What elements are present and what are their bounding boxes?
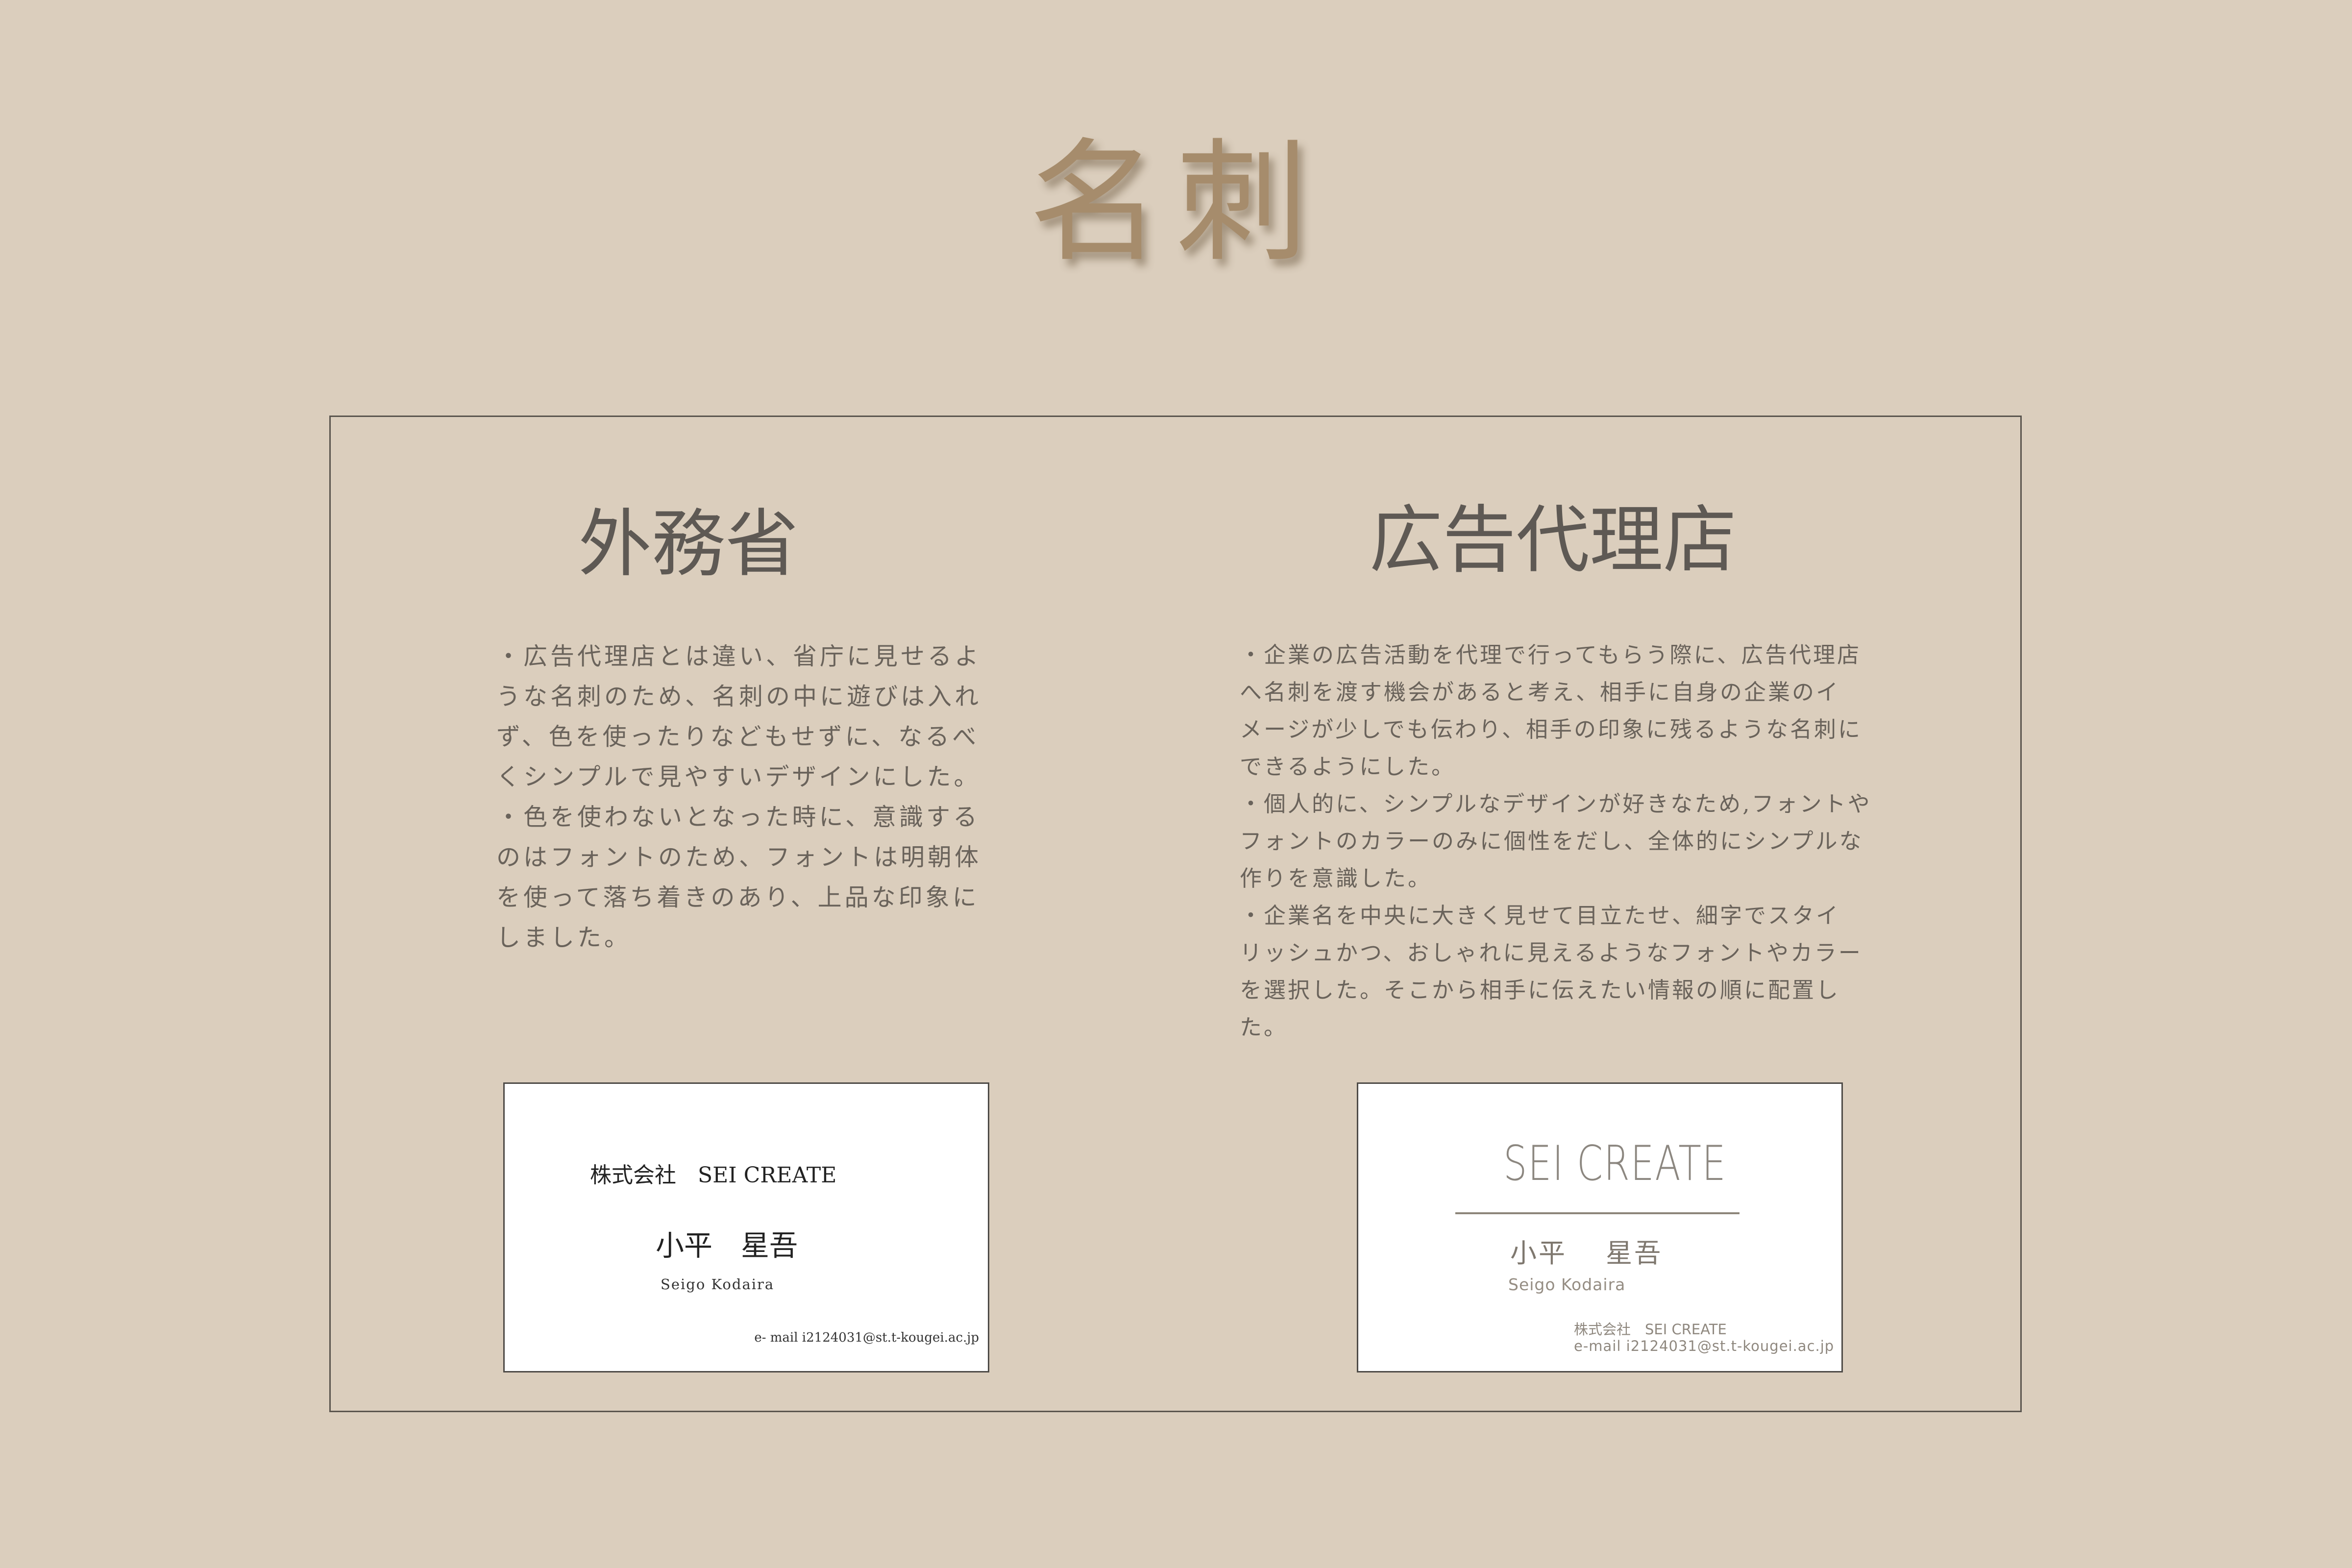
business-card-ministry: 株式会社 SEI CREATE 小平 星吾 Seigo Kodaira e- m… [503,1082,989,1372]
card-email: e- mail i2124031@st.t-kougei.ac.jp [754,1330,979,1345]
card-person-name: 小平 星吾 [1510,1238,1663,1269]
business-card-agency: SEI CREATE 小平 星吾 Seigo Kodaira 株式会社 SEI … [1357,1082,1843,1372]
card-logo-text: SEI CREATE [1503,1136,1727,1192]
card-email: e-mail i2124031@st.t-kougei.ac.jp [1574,1338,1835,1354]
left-section-heading: 外務省 [578,502,799,587]
content-frame: 外務省 広告代理店 ・広告代理店とは違い、省庁に見せるよ うな名刺のため、名刺の… [329,416,2022,1412]
card-roman-name: Seigo Kodaira [1508,1275,1626,1294]
card-person-name: 小平 星吾 [656,1229,798,1262]
left-description: ・広告代理店とは違い、省庁に見せるよ うな名刺のため、名刺の中に遊びは入れ ず、… [496,642,982,952]
card-company-name: 株式会社 SEI CREATE [1574,1321,1727,1338]
right-section-heading: 広告代理店 [1369,498,1737,583]
card-divider [1455,1212,1740,1214]
card-company-name: 株式会社 SEI CREATE [590,1163,837,1188]
card-roman-name: Seigo Kodaira [661,1276,775,1293]
right-description: ・企業の広告活動を代理で行ってもらう際に、広告代理店 へ名刺を渡す機会があると考… [1240,642,1872,1040]
page-title: 名刺 [1029,125,1323,280]
